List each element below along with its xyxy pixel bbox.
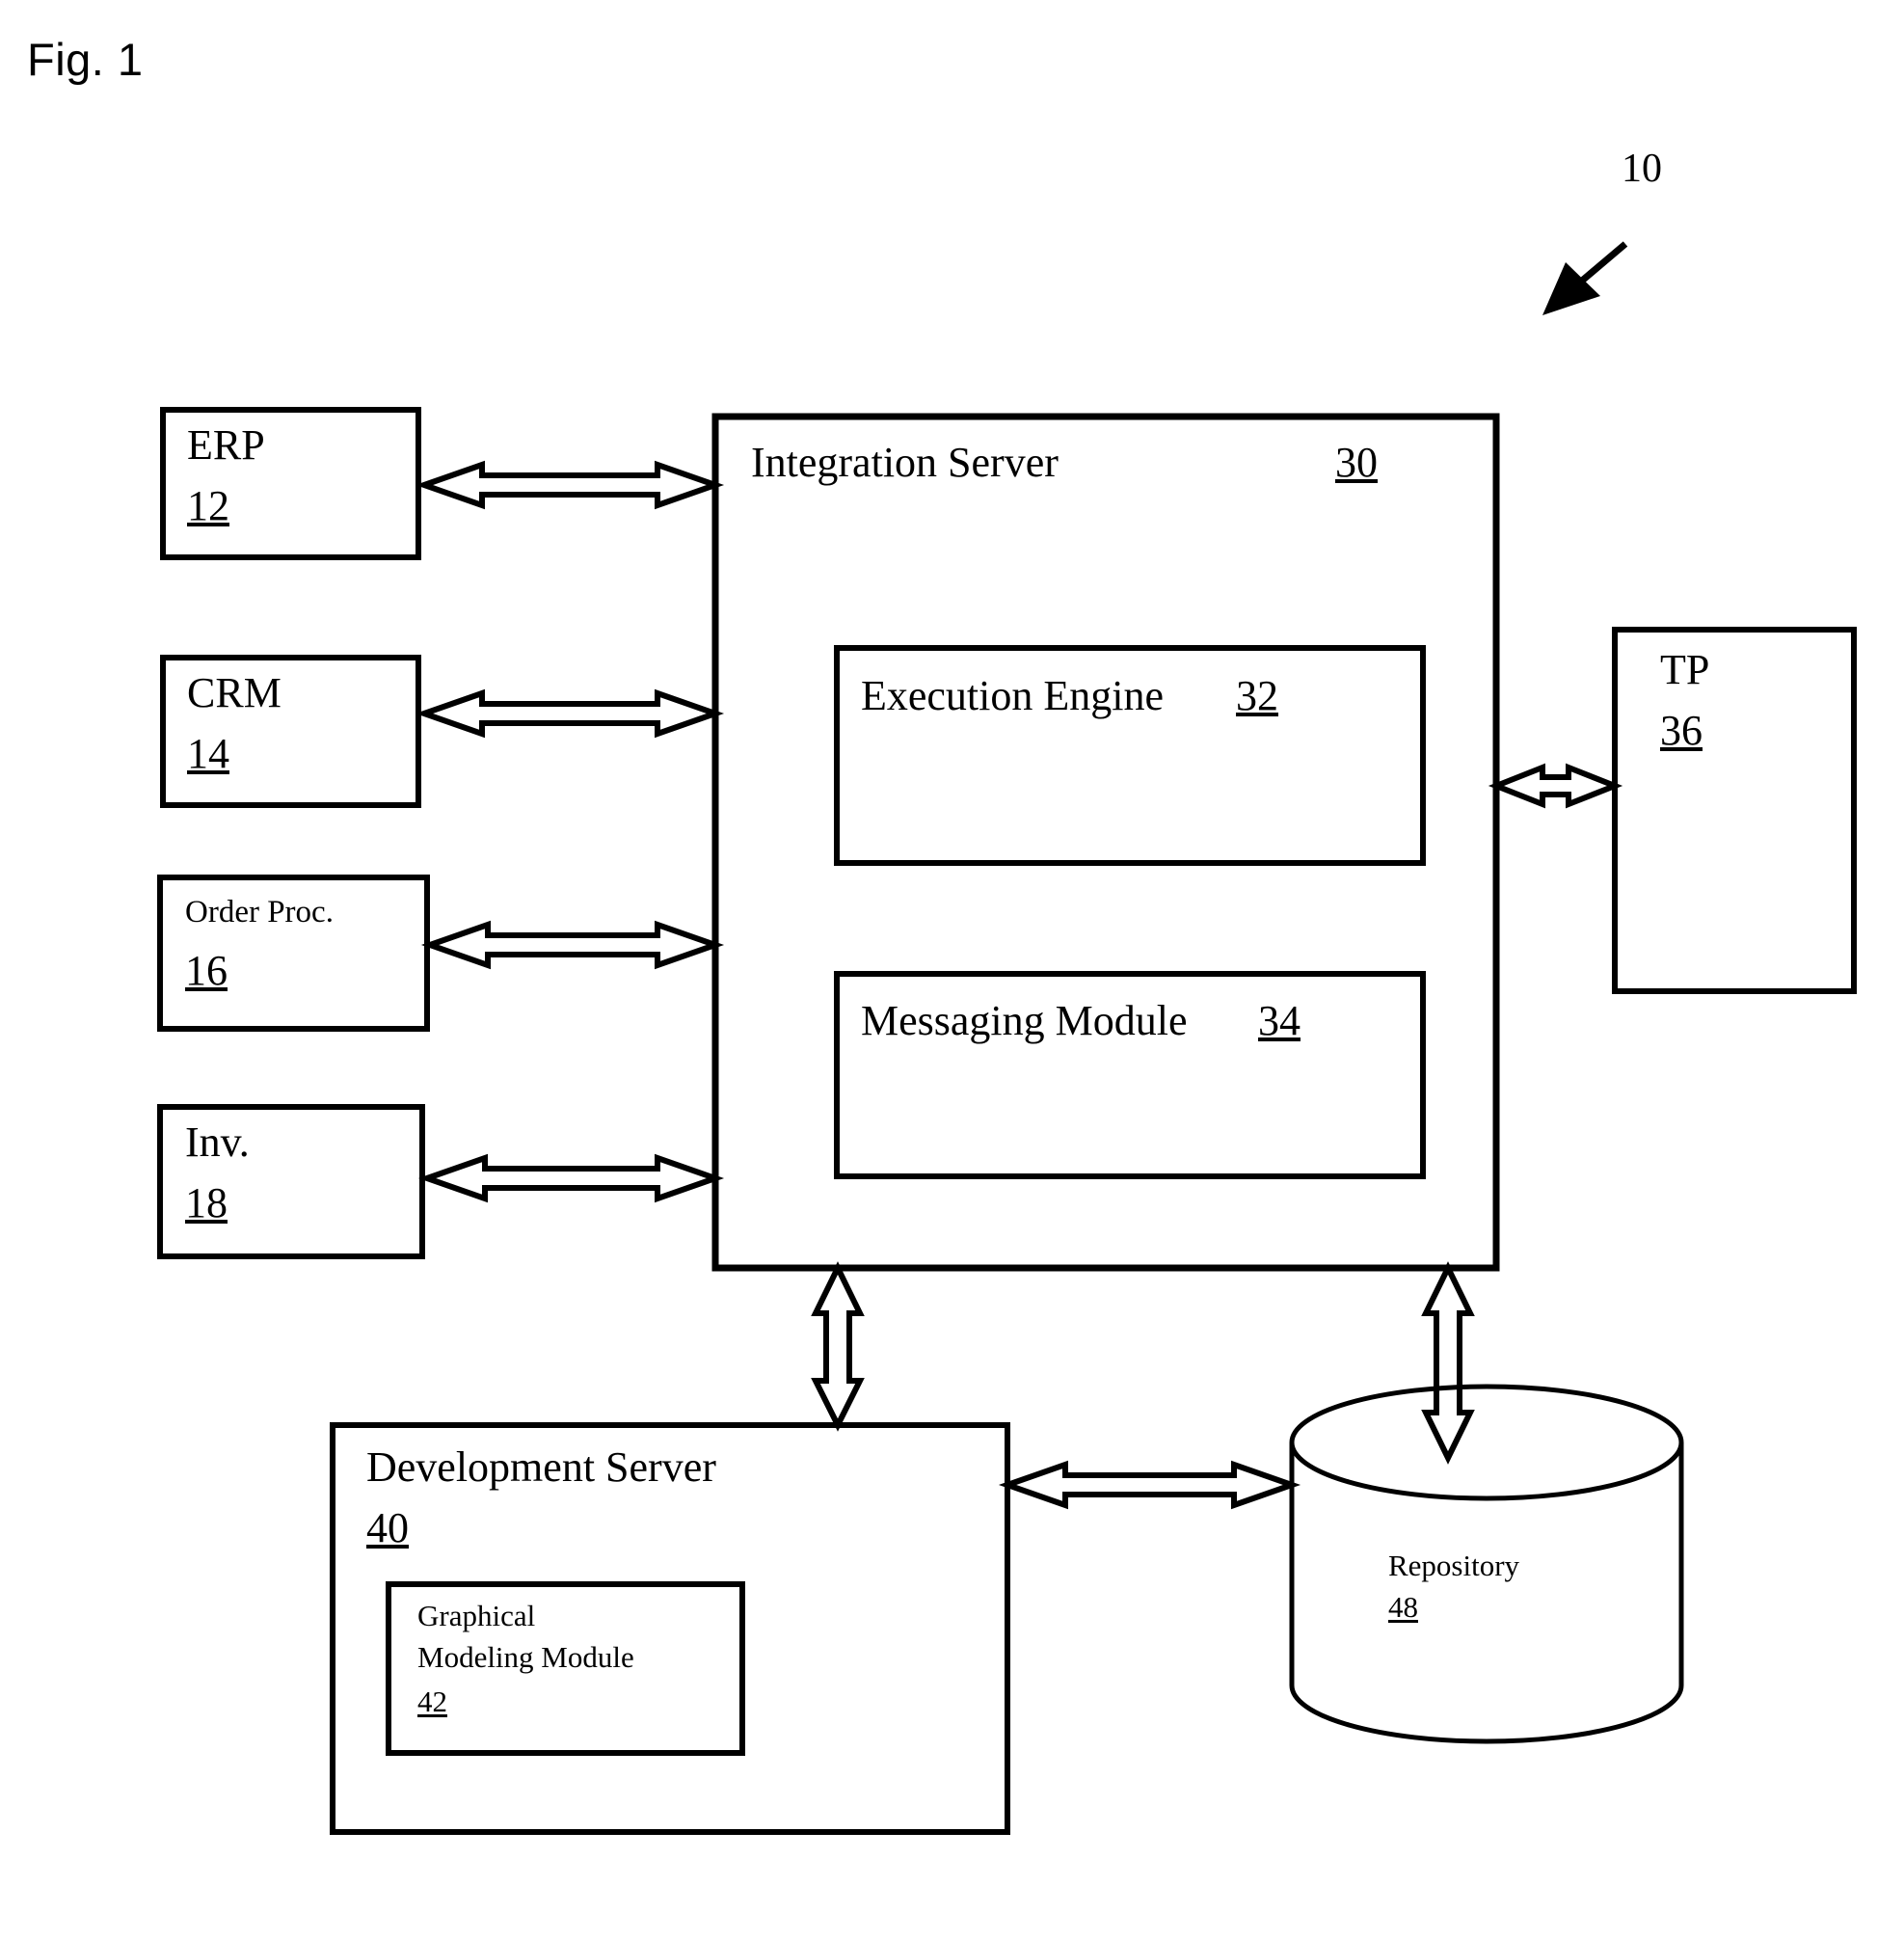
integration-server-ref: 30 [1335,439,1378,486]
patent-figure-page: Fig. 1 10 ERP 12 CRM 14 Order Proc. 16 I… [0,0,1904,1940]
crm-ref: 14 [187,730,229,777]
erp-title: ERP [187,421,265,469]
connector-inv-to-integration-server [417,1153,725,1203]
repository-title: Repository [1388,1549,1520,1582]
messaging-module-title: Messaging Module [861,997,1188,1044]
execution-engine-ref: 32 [1236,672,1278,719]
diagram-canvas [157,241,1857,1835]
erp-ref: 12 [187,482,229,529]
execution-engine-title: Execution Engine [861,672,1165,719]
repository-ref: 48 [1388,1590,1418,1624]
integration-server-box [711,413,1500,1272]
development-server-title: Development Server [366,1443,716,1491]
graphical-modeling-module-title-line2: Modeling Module [417,1640,634,1674]
tp-ref: 36 [1660,707,1703,754]
connector-integration-server-to-repository [1421,1261,1475,1465]
connector-integration-server-to-development-server [811,1261,865,1432]
integration-server-title: Integration Server [751,439,1059,486]
messaging-module-ref: 34 [1258,997,1301,1044]
system-reference-number: 10 [1622,147,1662,191]
crm-title: CRM [187,669,282,716]
connector-order-proc-to-integration-server [420,920,725,970]
tp-box [1612,627,1857,994]
graphical-modeling-module-title-line1: Graphical [417,1599,536,1632]
order-proc-title: Order Proc. [185,895,334,930]
connector-development-server-to-repository [998,1460,1301,1510]
inv-title: Inv. [185,1118,250,1166]
connector-integration-server-to-tp [1488,763,1623,809]
order-proc-ref: 16 [185,947,228,994]
graphical-modeling-module-ref: 42 [417,1684,447,1718]
system-pointer-arrow [1542,241,1628,315]
connector-erp-to-integration-server [415,460,725,510]
connector-crm-to-integration-server [415,688,725,739]
inv-ref: 18 [185,1179,228,1226]
tp-title: TP [1660,646,1710,693]
development-server-ref: 40 [366,1504,409,1551]
